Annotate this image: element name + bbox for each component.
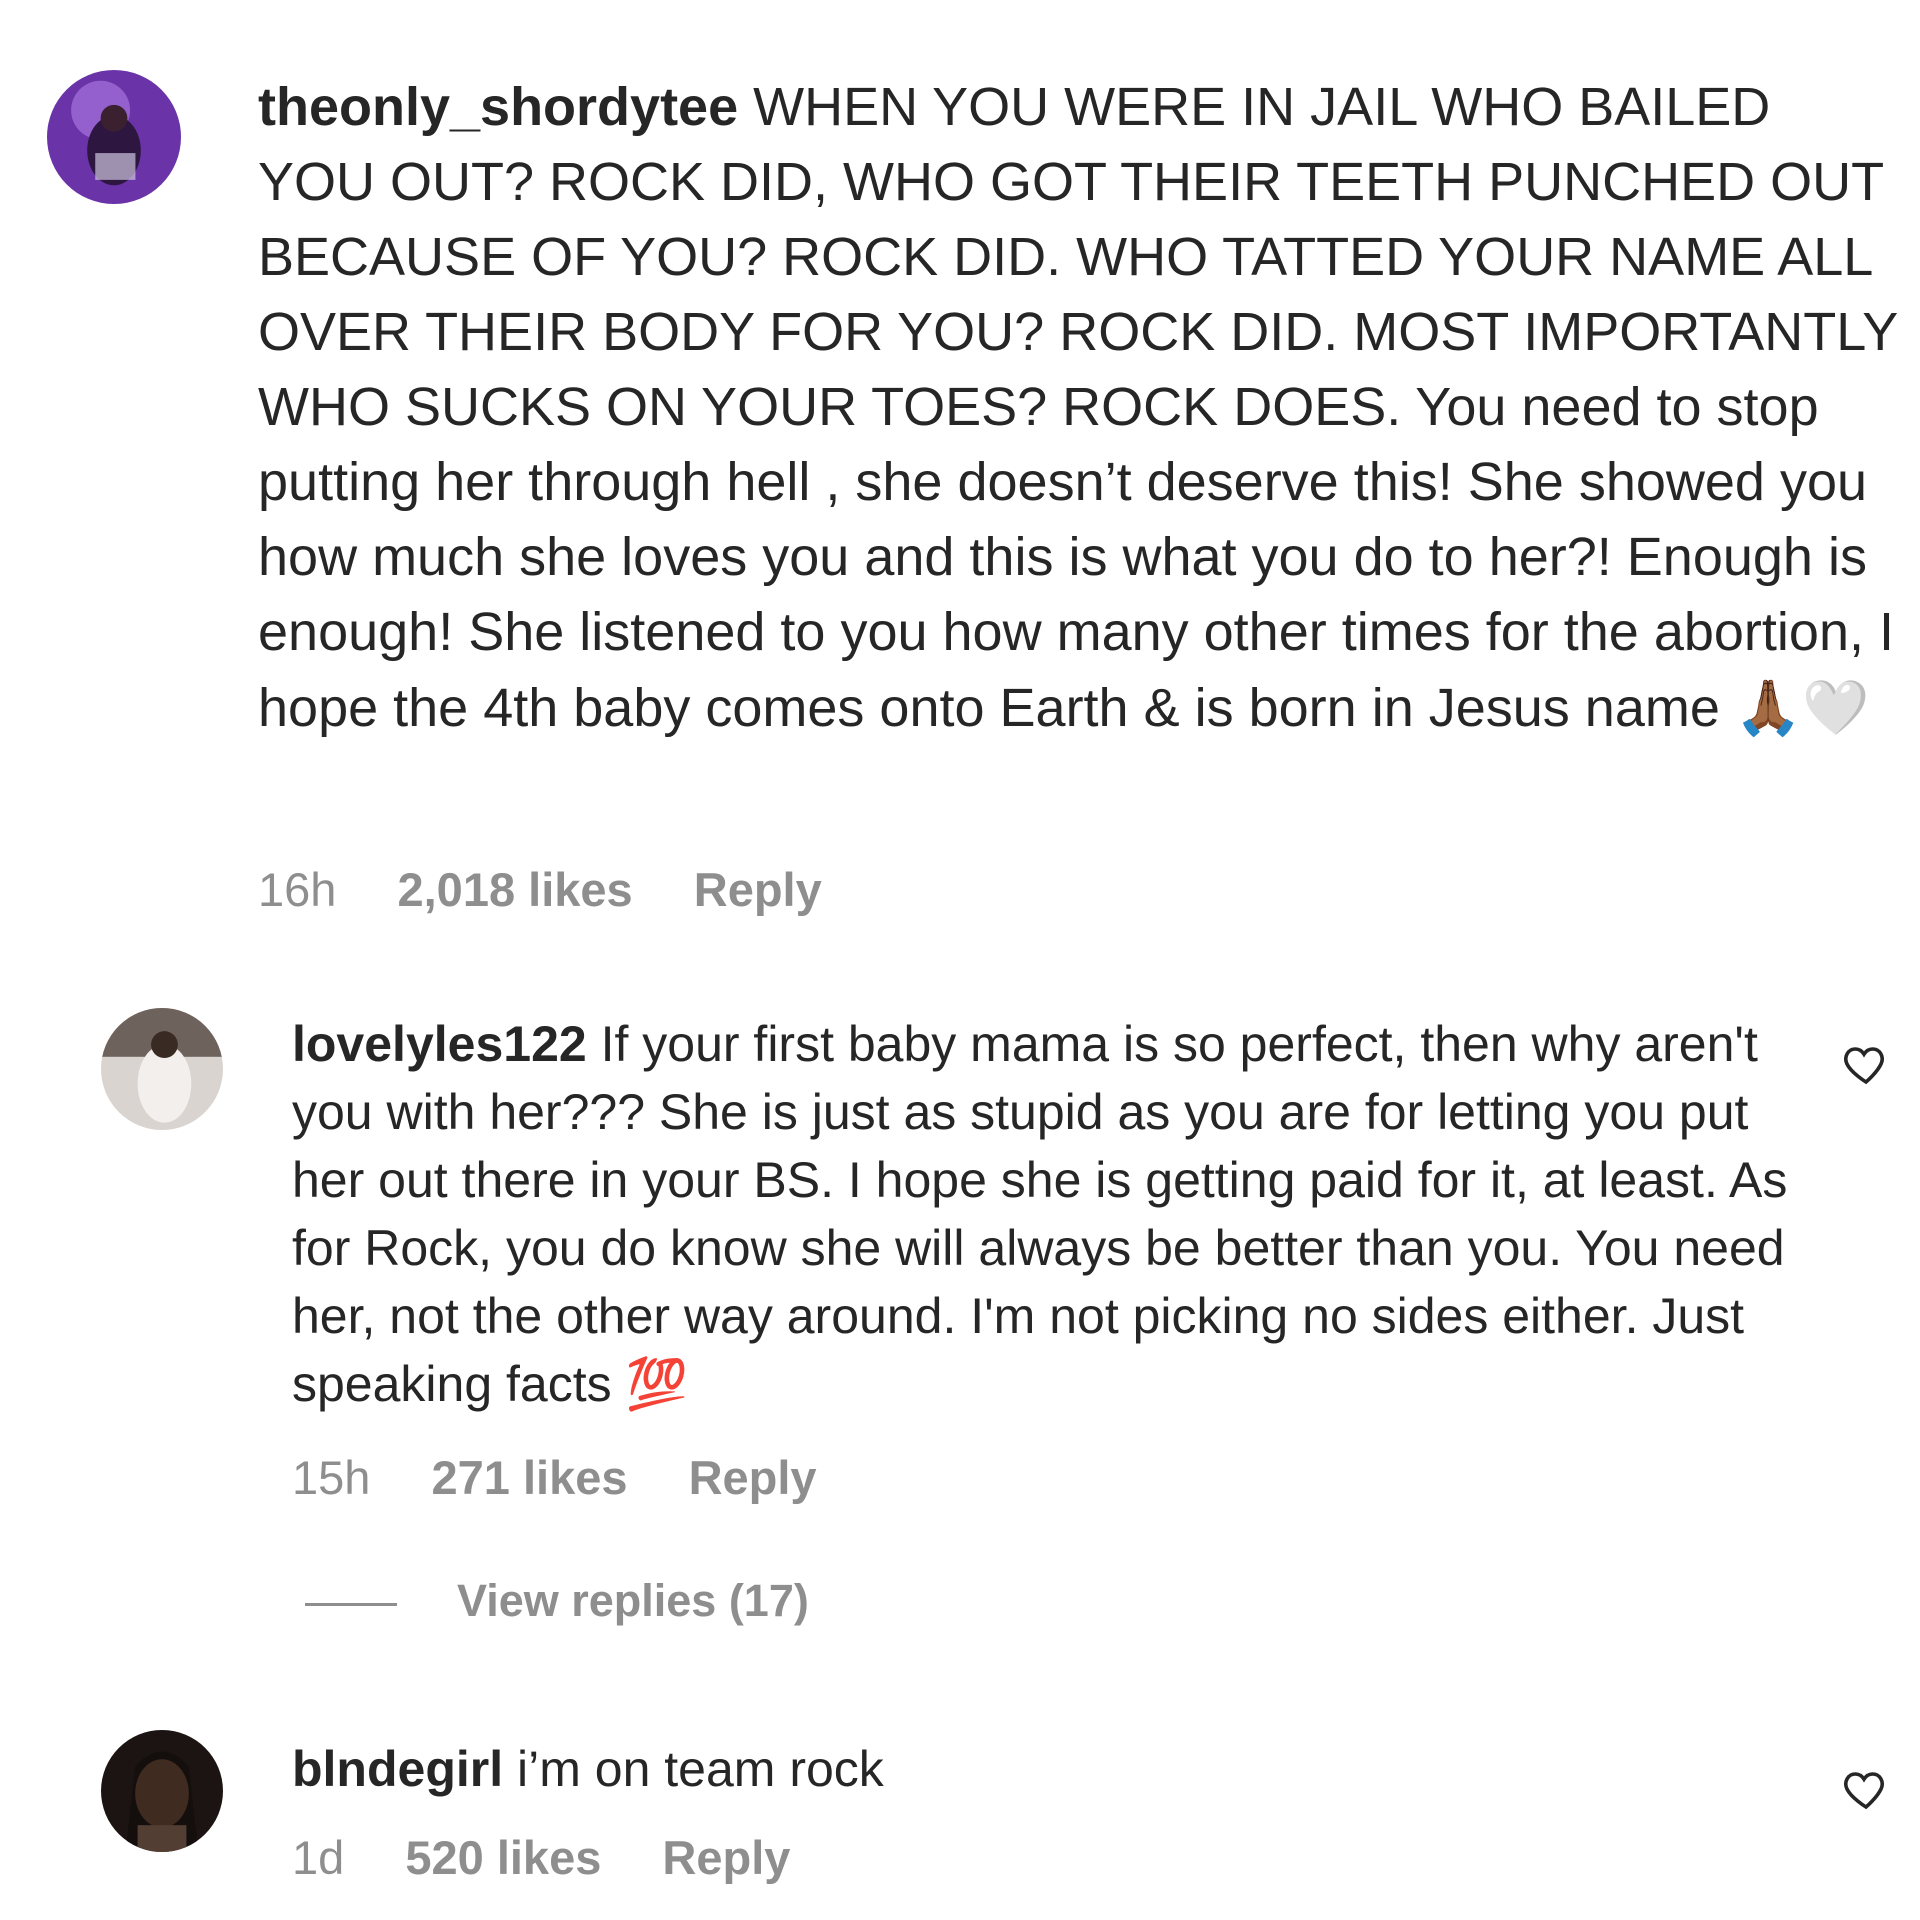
comment-meta: 15h 271 likes Reply [292,1450,865,1505]
reply-button[interactable]: Reply [694,863,822,916]
comment-text: blndegirl i’m on team rock [292,1735,1802,1803]
comment-likes[interactable]: 2,018 likes [397,863,632,916]
comment-meta: 1d 520 likes Reply [292,1830,838,1885]
comment-likes[interactable]: 520 likes [405,1831,601,1884]
reply-button[interactable]: Reply [689,1451,817,1504]
comment-emoji: 🙏🏾🤍 [1734,676,1870,739]
comment-text: lovelyles122 If your first baby mama is … [292,1010,1802,1418]
view-replies-button[interactable]: View replies (17) [305,1575,809,1627]
comment-body: If your first baby mama is so perfect, t… [292,1016,1788,1412]
comment-time: 16h [258,863,337,916]
comment-text: theonly_shordytee WHEN YOU WERE IN JAIL … [258,70,1898,746]
comment-body: i’m on team rock [517,1741,884,1797]
like-heart-icon[interactable] [1842,1765,1890,1813]
comment-time: 15h [292,1451,371,1504]
comment-username[interactable]: blndegirl [292,1741,503,1797]
comment-emoji: 💯 [625,1355,688,1413]
reply-button[interactable]: Reply [662,1831,790,1884]
comment-username[interactable]: theonly_shordytee [258,77,738,137]
view-replies-label[interactable]: View replies (17) [457,1575,809,1626]
comment-body: WHEN YOU WERE IN JAIL WHO BAILED YOU OUT… [258,77,1898,738]
comment-likes[interactable]: 271 likes [431,1451,627,1504]
like-heart-icon[interactable] [1842,1040,1890,1088]
avatar[interactable] [101,1730,223,1852]
avatar[interactable] [101,1008,223,1130]
comment-time: 1d [292,1831,345,1884]
comment-username[interactable]: lovelyles122 [292,1016,587,1072]
comment-meta: 16h 2,018 likes Reply [258,862,870,917]
avatar[interactable] [47,70,181,204]
replies-divider-line [305,1602,397,1606]
